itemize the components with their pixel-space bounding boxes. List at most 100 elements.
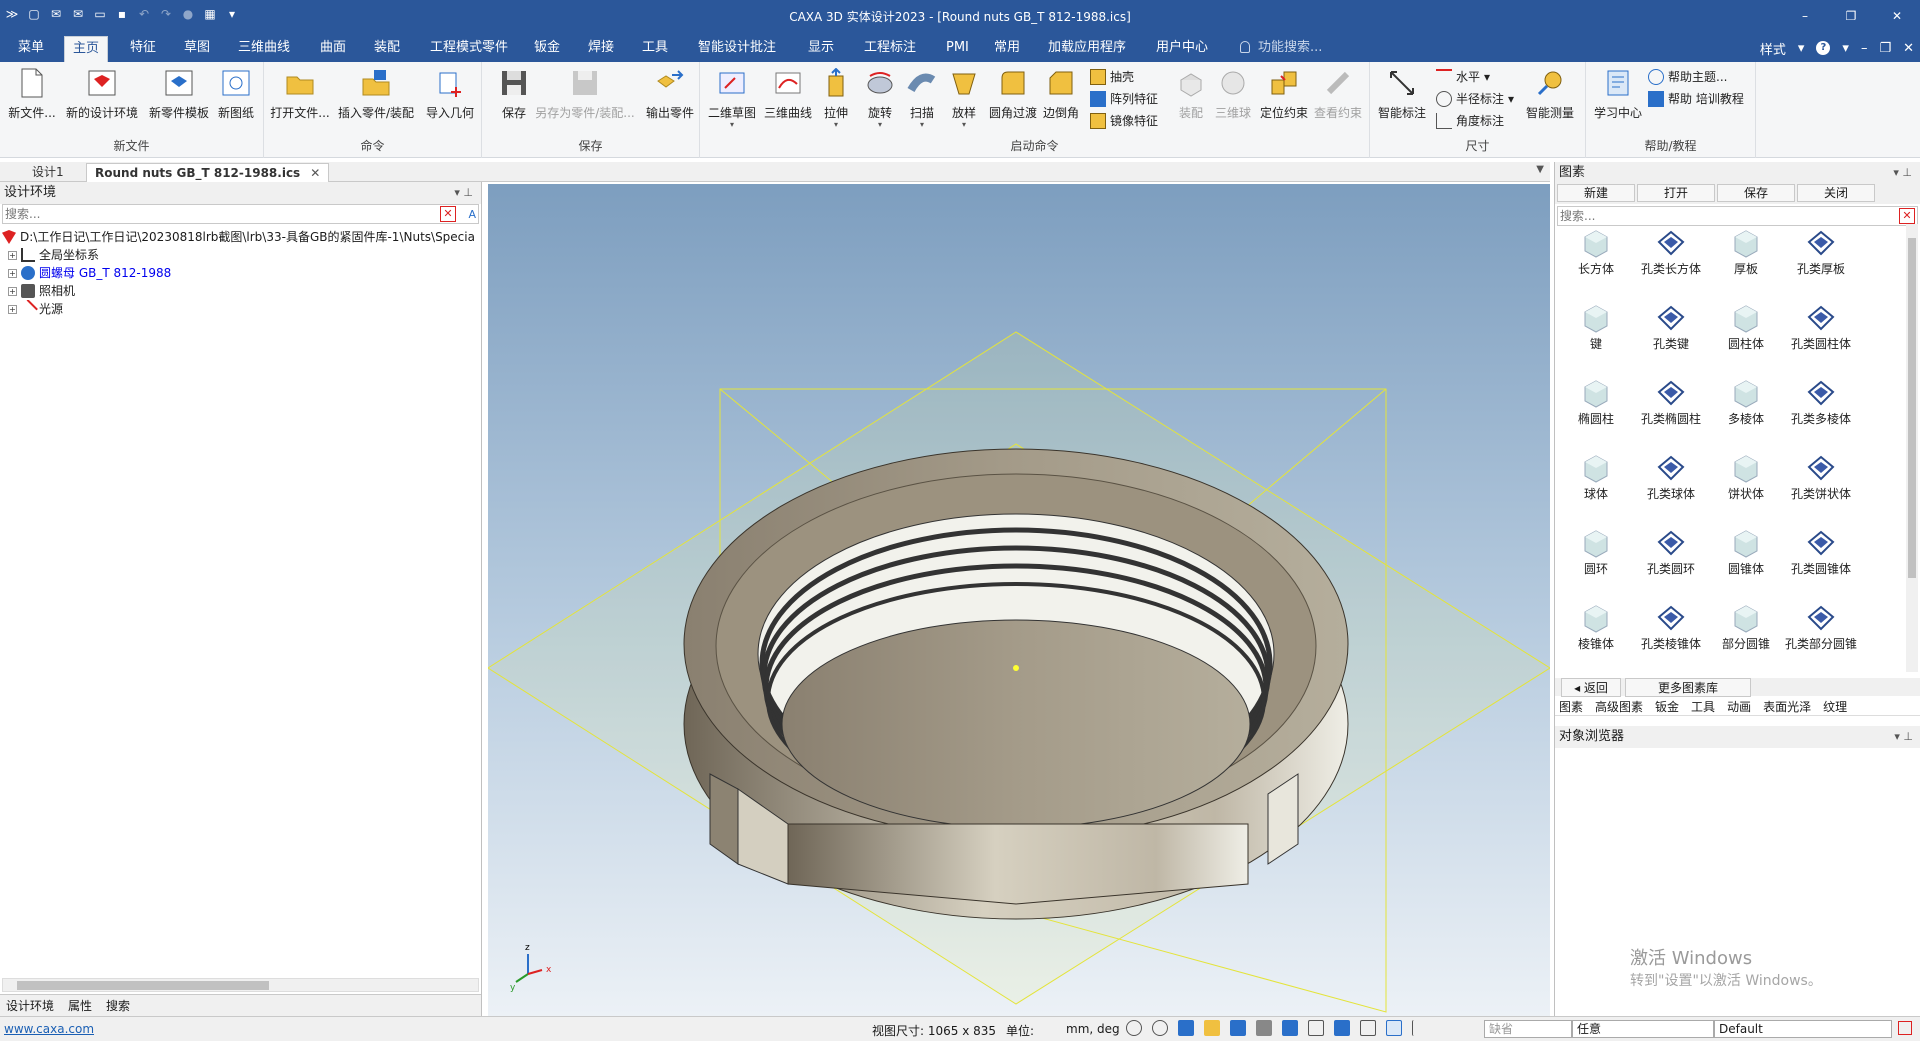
- primitive-item-prism[interactable]: 多棱体: [1709, 374, 1783, 448]
- primitive-item-hole-cone[interactable]: 孔类圆锥体: [1784, 524, 1858, 598]
- tab-texture[interactable]: 纹理: [1823, 698, 1847, 715]
- radius-dim-button[interactable]: 半径标注 ▾: [1436, 90, 1514, 107]
- primitive-item-pie[interactable]: 饼状体: [1709, 449, 1783, 523]
- pick-filter-select[interactable]: 任意: [1572, 1020, 1714, 1038]
- new-file-button[interactable]: 新文件...: [6, 66, 58, 121]
- primitive-item-sphere[interactable]: 球体: [1559, 449, 1633, 523]
- filter-select-default[interactable]: 缺省: [1484, 1020, 1572, 1038]
- shading-icon[interactable]: [1230, 1020, 1246, 1036]
- tab-smart-annotation[interactable]: 智能设计批注: [690, 36, 784, 62]
- doc-restore-button[interactable]: ❐: [1879, 41, 1891, 56]
- clear-search-icon[interactable]: ✕: [1899, 208, 1915, 224]
- new-part-template-button[interactable]: 新零件模板: [146, 66, 212, 121]
- tab-display[interactable]: 显示: [800, 36, 842, 62]
- import-geometry-button[interactable]: 导入几何: [420, 66, 480, 121]
- close-library-button[interactable]: 关闭: [1797, 184, 1875, 202]
- wireframe-icon[interactable]: [1308, 1020, 1324, 1036]
- doc-minimize-button[interactable]: –: [1861, 41, 1868, 56]
- display-icon[interactable]: [1282, 1020, 1298, 1036]
- sweep-button[interactable]: 扫描 ▾: [900, 66, 944, 129]
- smart-measure-button[interactable]: 智能测量: [1522, 66, 1578, 121]
- locate-constraint-button[interactable]: 定位约束: [1256, 66, 1312, 121]
- clear-search-icon[interactable]: ✕: [440, 206, 456, 222]
- angle-dim-button[interactable]: 角度标注: [1436, 112, 1504, 129]
- primitive-item-key[interactable]: 键: [1559, 299, 1633, 373]
- primitive-item-elliptic-cylinder[interactable]: 椭圆柱: [1559, 374, 1633, 448]
- extrude-button[interactable]: 拉伸 ▾: [814, 66, 858, 129]
- pointer-mode-icon[interactable]: [1412, 1020, 1428, 1036]
- pin-icon[interactable]: ▾ ⊥: [1894, 726, 1913, 748]
- tab-surface-gloss[interactable]: 表面光泽: [1763, 698, 1811, 715]
- primitive-item-cone[interactable]: 圆锥体: [1709, 524, 1783, 598]
- close-button[interactable]: ✕: [1874, 0, 1920, 32]
- scroll-thumb[interactable]: [17, 981, 269, 990]
- open-file-button[interactable]: 打开文件...: [268, 66, 332, 121]
- curve3d-button[interactable]: 三维曲线: [762, 66, 814, 121]
- shell-button[interactable]: 抽壳: [1090, 68, 1134, 85]
- revolve-button[interactable]: 旋转 ▾: [858, 66, 902, 129]
- tab-tools[interactable]: 工具: [1691, 698, 1715, 715]
- primitive-item-hole-cylinder[interactable]: 孔类圆柱体: [1784, 299, 1858, 373]
- help-topic-button[interactable]: 帮助主题...: [1648, 68, 1727, 85]
- new-drawing-button[interactable]: 新图纸: [210, 66, 262, 121]
- expand-icon[interactable]: +: [8, 304, 17, 314]
- insert-part-button[interactable]: 插入零件/装配: [334, 66, 418, 121]
- tab-load-apps[interactable]: 加载应用程序: [1040, 36, 1134, 62]
- tabs-dropdown-icon[interactable]: ▼: [1536, 164, 1544, 175]
- expand-icon[interactable]: +: [8, 268, 17, 278]
- style-chevron-icon[interactable]: ▾: [1798, 41, 1805, 56]
- tab-common[interactable]: 常用: [986, 36, 1028, 62]
- tab-feature[interactable]: 特征: [122, 36, 164, 62]
- tab-engineering-annotation[interactable]: 工程标注: [856, 36, 924, 62]
- primitive-item-hole-partial-cone[interactable]: 孔类部分圆锥: [1784, 599, 1858, 673]
- doc-tab-design1[interactable]: 设计1: [24, 163, 72, 182]
- fillet-button[interactable]: 圆角过渡: [986, 66, 1040, 121]
- primitive-item-hole-prism[interactable]: 孔类多棱体: [1784, 374, 1858, 448]
- sketch2d-button[interactable]: 二维草图 ▾: [706, 66, 758, 129]
- tab-close-icon[interactable]: ✕: [310, 166, 320, 180]
- tab-sketch[interactable]: 草图: [176, 36, 218, 62]
- library-search-input[interactable]: 搜索... ✕: [1557, 206, 1918, 226]
- website-link[interactable]: www.caxa.com: [4, 1022, 94, 1036]
- tab-advanced-primitives[interactable]: 高级图素: [1595, 698, 1643, 715]
- style-select[interactable]: Default: [1714, 1020, 1892, 1038]
- expand-icon[interactable]: +: [8, 286, 17, 296]
- smart-dimension-button[interactable]: 智能标注: [1374, 66, 1430, 121]
- loft-button[interactable]: 放样 ▾: [942, 66, 986, 129]
- view-constraint-button[interactable]: 查看约束: [1310, 66, 1366, 121]
- function-search[interactable]: 功能搜索...: [1240, 36, 1322, 60]
- primitive-item-torus[interactable]: 圆环: [1559, 524, 1633, 598]
- render-icon[interactable]: [1204, 1020, 1220, 1036]
- primitive-item-pyramid[interactable]: 棱锥体: [1559, 599, 1633, 673]
- scroll-thumb[interactable]: [1908, 238, 1916, 578]
- tab-tools[interactable]: 工具: [634, 36, 676, 62]
- tab-pmi[interactable]: PMI: [938, 36, 977, 62]
- doc-close-button[interactable]: ✕: [1903, 41, 1914, 56]
- link-icon[interactable]: [1360, 1020, 1376, 1036]
- section-icon[interactable]: [1256, 1020, 1272, 1036]
- primitive-item-slab[interactable]: 厚板: [1709, 224, 1783, 298]
- axis-triad-icon[interactable]: z x y: [510, 943, 552, 993]
- zoom-icon[interactable]: [1126, 1020, 1142, 1036]
- tab-sheet-metal[interactable]: 钣金: [1655, 698, 1679, 715]
- tree-item-camera[interactable]: + 照相机: [2, 282, 479, 300]
- assembly-button[interactable]: 装配: [1170, 66, 1212, 121]
- primitive-item-box[interactable]: 长方体: [1559, 224, 1633, 298]
- ball3d-button[interactable]: 三维球: [1210, 66, 1256, 121]
- tab-welding[interactable]: 焊接: [580, 36, 622, 62]
- tab-home[interactable]: 主页: [64, 36, 109, 62]
- doc-tab-round-nuts[interactable]: Round nuts GB_T 812-1988.ics ✕: [86, 163, 330, 182]
- select-pointer-icon[interactable]: [1386, 1020, 1402, 1036]
- tab-user-center[interactable]: 用户中心: [1148, 36, 1216, 62]
- search-filter-icon[interactable]: A: [468, 206, 476, 224]
- tree-horizontal-scrollbar[interactable]: [2, 978, 479, 992]
- zoom-window-icon[interactable]: [1152, 1020, 1168, 1036]
- primitive-item-hole-torus[interactable]: 孔类圆环: [1634, 524, 1708, 598]
- tab-properties[interactable]: 属性: [68, 997, 92, 1014]
- primitive-item-hole-pie[interactable]: 孔类饼状体: [1784, 449, 1858, 523]
- tree-item-round-nut[interactable]: + 圆螺母 GB_T 812-1988: [2, 264, 479, 282]
- tree-item-light[interactable]: + 光源: [2, 300, 479, 318]
- tab-search[interactable]: 搜索: [106, 997, 130, 1014]
- primitive-item-hole-slab[interactable]: 孔类厚板: [1784, 224, 1858, 298]
- horizontal-dim-button[interactable]: 水平 ▾: [1436, 68, 1490, 85]
